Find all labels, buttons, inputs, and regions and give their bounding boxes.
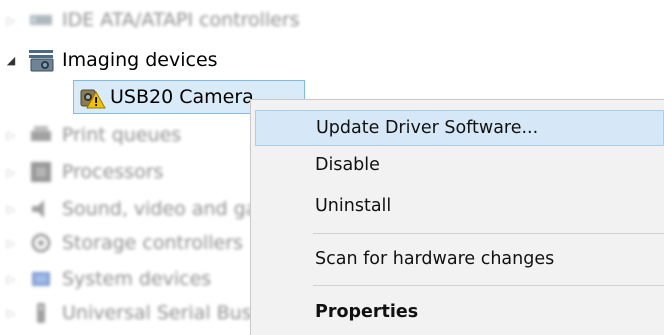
tree-category-processors[interactable]: ▷ Processors — [0, 155, 164, 189]
menu-item-uninstall[interactable]: Uninstall — [255, 188, 664, 224]
menu-item-label: Scan for hardware changes — [315, 249, 555, 269]
menu-item-properties[interactable]: Properties — [255, 294, 664, 330]
tree-category-label: Print queues — [62, 124, 182, 146]
device-label: USB20 Camera — [110, 86, 254, 108]
tree-category-label: Processors — [62, 161, 164, 183]
system-device-icon — [28, 266, 54, 292]
menu-item-disable[interactable]: Disable — [255, 147, 664, 183]
expand-arrow-icon[interactable]: ▷ — [4, 128, 18, 142]
tree-category-label: IDE ATA/ATAPI controllers — [62, 9, 300, 31]
menu-item-scan-hardware[interactable]: Scan for hardware changes — [255, 241, 664, 277]
menu-item-label: Disable — [315, 155, 380, 175]
expand-arrow-icon[interactable]: ▷ — [4, 13, 18, 27]
tree-category-label: Imaging devices — [62, 49, 218, 71]
expand-arrow-icon[interactable]: ▷ — [4, 272, 18, 286]
expand-arrow-icon[interactable]: ▷ — [4, 236, 18, 250]
usb-icon — [28, 300, 54, 326]
tree-category-print-queues[interactable]: ▷ Print queues — [0, 118, 181, 152]
tree-category-ide-controllers[interactable]: ▷ IDE ATA/ATAPI controllers — [0, 3, 300, 37]
menu-separator — [313, 285, 664, 286]
expand-arrow-icon[interactable]: ▷ — [4, 306, 18, 320]
menu-item-update-driver[interactable]: Update Driver Software... — [255, 110, 664, 146]
camera-warning-icon — [78, 84, 106, 110]
tree-category-imaging-devices[interactable]: ◢ Imaging devices — [0, 43, 218, 77]
tree-category-label: Storage controllers — [62, 232, 243, 254]
collapse-arrow-icon[interactable]: ◢ — [4, 53, 18, 67]
ide-controller-icon — [28, 7, 54, 33]
speaker-icon — [28, 196, 54, 222]
tree-category-label: System devices — [62, 268, 212, 290]
menu-separator — [313, 233, 664, 234]
menu-item-label: Properties — [315, 302, 419, 322]
menu-item-label: Update Driver Software... — [316, 118, 539, 138]
processor-icon — [28, 159, 54, 185]
menu-item-label: Uninstall — [315, 196, 392, 216]
tree-category-system-devices[interactable]: ▷ System devices — [0, 262, 211, 296]
expand-arrow-icon[interactable]: ▷ — [4, 202, 18, 216]
printer-icon — [28, 122, 54, 148]
tree-category-storage-controllers[interactable]: ▷ Storage controllers — [0, 226, 243, 260]
storage-controller-icon — [28, 230, 54, 256]
context-menu: Update Driver Software... Disable Uninst… — [250, 99, 664, 335]
expand-arrow-icon[interactable]: ▷ — [4, 165, 18, 179]
imaging-device-icon — [28, 47, 54, 73]
